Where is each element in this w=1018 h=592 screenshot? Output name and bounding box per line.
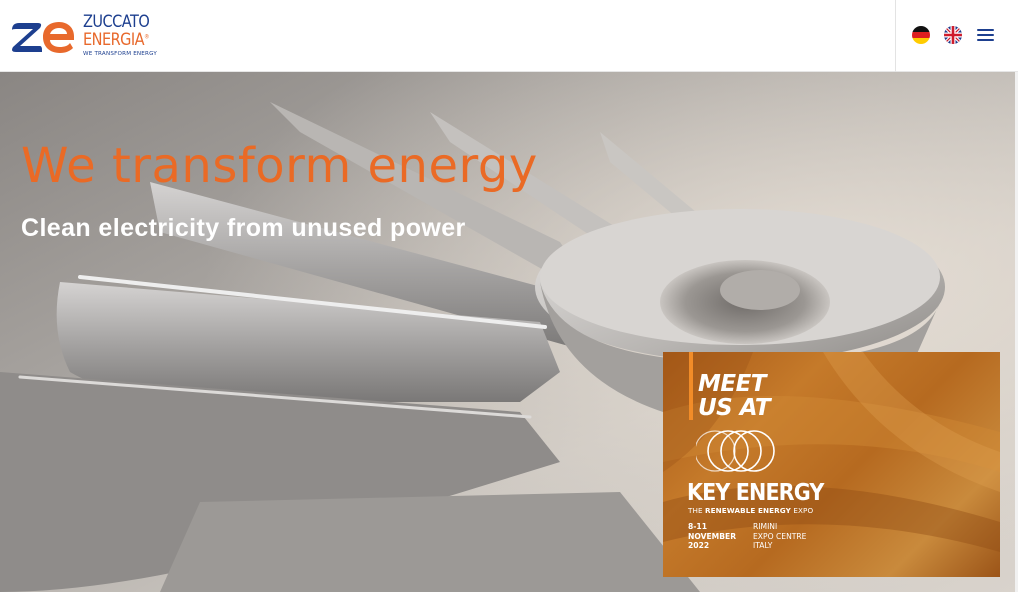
promo-place-line1: RIMINI [753, 522, 778, 531]
registered-mark: ® [144, 33, 149, 40]
promo-event-date: 8-11 NOVEMBER 2022 [688, 522, 736, 551]
hero-title: We transform energy [21, 138, 538, 194]
zuccato-energia-logo[interactable]: ZUCCATO ENERGIA® WE TRANSFORM ENERGY [10, 12, 170, 62]
logo-wordmark: ZUCCATO ENERGIA® WE TRANSFORM ENERGY [83, 12, 158, 58]
promo-place-line3: ITALY [753, 541, 773, 550]
promo-date-line3: 2022 [688, 541, 710, 550]
promo-accent-bar [689, 352, 693, 420]
promo-place-line2: EXPO CENTRE [753, 531, 807, 541]
logo-name-line2-text: ENERGIA [83, 29, 145, 49]
key-energy-rings-icon [696, 430, 775, 472]
logo-tagline: WE TRANSFORM ENERGY [83, 51, 158, 57]
menu-bar-top [977, 29, 994, 31]
promo-tag-pre: THE [688, 506, 706, 515]
menu-bar-bottom [977, 39, 994, 41]
ze-logo-mark-icon [12, 22, 74, 53]
promo-event-tagline: THE RENEWABLE ENERGY EXPO [688, 506, 813, 515]
hero-subtitle: Clean electricity from unused power [21, 214, 466, 242]
promo-meet-line2: US AT [698, 395, 771, 421]
uk-flag-icon [944, 26, 962, 44]
site-header: ZUCCATO ENERGIA® WE TRANSFORM ENERGY [0, 0, 1018, 72]
promo-date-line1: 8-11 [688, 522, 708, 531]
promo-meet-line1: MEET [698, 371, 767, 397]
promo-tag-post: EXPO [790, 506, 814, 515]
promo-event-name: KEY ENERGY [687, 480, 824, 506]
header-divider [895, 0, 896, 72]
promo-event-location: RIMINI EXPO CENTRE ITALY [753, 522, 806, 551]
promo-tag-bold: RENEWABLE ENERGY [705, 506, 791, 515]
promo-meet-us-at: MEET US AT [698, 371, 771, 421]
language-german-button[interactable] [912, 26, 930, 44]
germany-flag-icon [912, 26, 930, 44]
promo-date-line2: NOVEMBER [688, 531, 737, 541]
key-energy-promo-banner[interactable]: MEET US AT KEY ENERGY THE RENEWABLE ENER… [663, 352, 1000, 577]
hero-section: We transform energy Clean electricity fr… [0, 72, 1018, 592]
logo-name-line2: ENERGIA® [83, 29, 149, 49]
hamburger-menu-button[interactable] [976, 26, 996, 44]
logo-name-line1: ZUCCATO [83, 12, 150, 31]
menu-bar-middle [977, 34, 994, 36]
language-english-button[interactable] [944, 26, 962, 44]
